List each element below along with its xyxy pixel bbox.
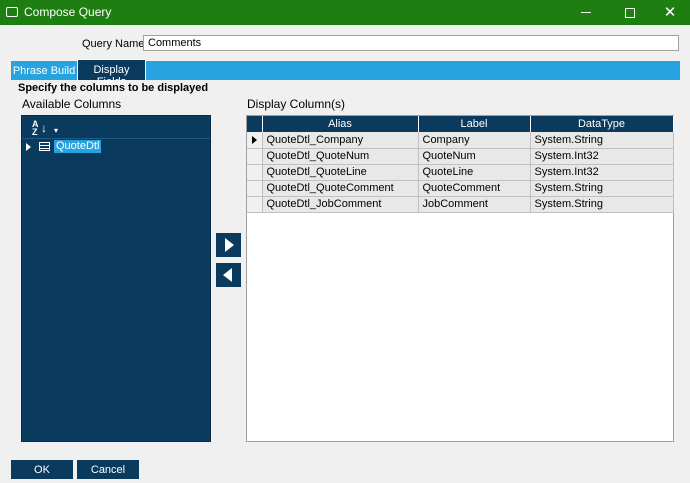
row-selector[interactable] [247,132,263,149]
cell-label[interactable]: QuoteComment [418,180,531,197]
cancel-button[interactable]: Cancel [77,460,139,479]
instruction-text: Specify the columns to be displayed [18,82,209,94]
ok-button[interactable]: OK [11,460,73,479]
cell-label[interactable]: JobComment [418,196,531,213]
table-row[interactable]: QuoteDtl_QuoteNum QuoteNum System.Int32 [247,148,674,165]
cell-alias[interactable]: QuoteDtl_JobComment [262,196,419,213]
cell-alias[interactable]: QuoteDtl_QuoteNum [262,148,419,165]
cell-datatype[interactable]: System.Int32 [530,164,674,181]
dialog-content: Query Name: Phrase Build Display Fields … [0,25,690,483]
remove-column-button[interactable] [216,263,241,287]
table-row[interactable]: QuoteDtl_QuoteComment QuoteComment Syste… [247,180,674,197]
close-button[interactable]: ✕ [650,0,690,25]
cell-datatype[interactable]: System.String [530,132,674,149]
display-columns-table: Alias Label DataType QuoteDtl_Company Co… [247,116,674,213]
tree-divider [22,138,210,139]
table-icon [39,142,50,151]
query-name-label: Query Name: [82,38,148,50]
cell-datatype[interactable]: System.String [530,196,674,213]
available-columns-tree[interactable]: AZ ↓ ▾ QuoteDtl [21,115,211,442]
tab-phrase-build[interactable]: Phrase Build [11,61,77,80]
display-columns-label: Display Column(s) [247,97,346,111]
minimize-button[interactable] [566,0,606,25]
row-selector[interactable] [247,148,263,165]
maximize-button[interactable] [610,0,650,25]
table-row[interactable]: QuoteDtl_Company Company System.String [247,132,674,149]
expand-arrow-icon[interactable] [26,143,31,151]
current-row-icon [252,136,257,144]
cell-alias[interactable]: QuoteDtl_QuoteLine [262,164,419,181]
minimize-icon [581,12,591,13]
arrow-left-icon [223,268,232,282]
table-row[interactable]: QuoteDtl_JobComment JobComment System.St… [247,196,674,213]
cell-datatype[interactable]: System.String [530,180,674,197]
dropdown-arrow-icon: ▾ [54,126,59,135]
table-row[interactable]: QuoteDtl_QuoteLine QuoteLine System.Int3… [247,164,674,181]
grid-corner [247,116,263,132]
sort-arrow-icon: ↓ [41,121,47,135]
tree-node-label[interactable]: QuoteDtl [54,140,102,153]
cell-datatype[interactable]: System.Int32 [530,148,674,165]
column-header-alias[interactable]: Alias [262,116,419,132]
column-header-label[interactable]: Label [418,116,531,132]
app-icon [6,7,18,17]
cell-label[interactable]: QuoteLine [418,164,531,181]
row-selector[interactable] [247,196,263,213]
available-columns-label: Available Columns [22,97,122,111]
cell-alias[interactable]: QuoteDtl_Company [262,132,419,149]
row-selector[interactable] [247,180,263,197]
sort-az-icon: AZ [32,119,39,137]
row-selector[interactable] [247,164,263,181]
cell-label[interactable]: QuoteNum [418,148,531,165]
grid-header-row: Alias Label DataType [247,116,674,132]
column-header-datatype[interactable]: DataType [530,116,674,132]
cell-label[interactable]: Company [418,132,531,149]
sort-button[interactable]: AZ ↓ ▾ [32,119,62,137]
maximize-icon [625,7,635,18]
title-bar: Compose Query ✕ [0,0,690,25]
tab-display-fields[interactable]: Display Fields [77,59,146,88]
window-title: Compose Query [24,5,112,19]
tab-strip: Phrase Build Display Fields [11,59,680,88]
query-name-input[interactable] [143,35,679,51]
tree-node-quotedtl[interactable]: QuoteDtl [26,140,126,154]
display-columns-grid[interactable]: Alias Label DataType QuoteDtl_Company Co… [246,115,674,442]
arrow-right-icon [225,238,234,252]
cell-alias[interactable]: QuoteDtl_QuoteComment [262,180,419,197]
close-icon: ✕ [663,4,677,21]
add-column-button[interactable] [216,233,241,257]
